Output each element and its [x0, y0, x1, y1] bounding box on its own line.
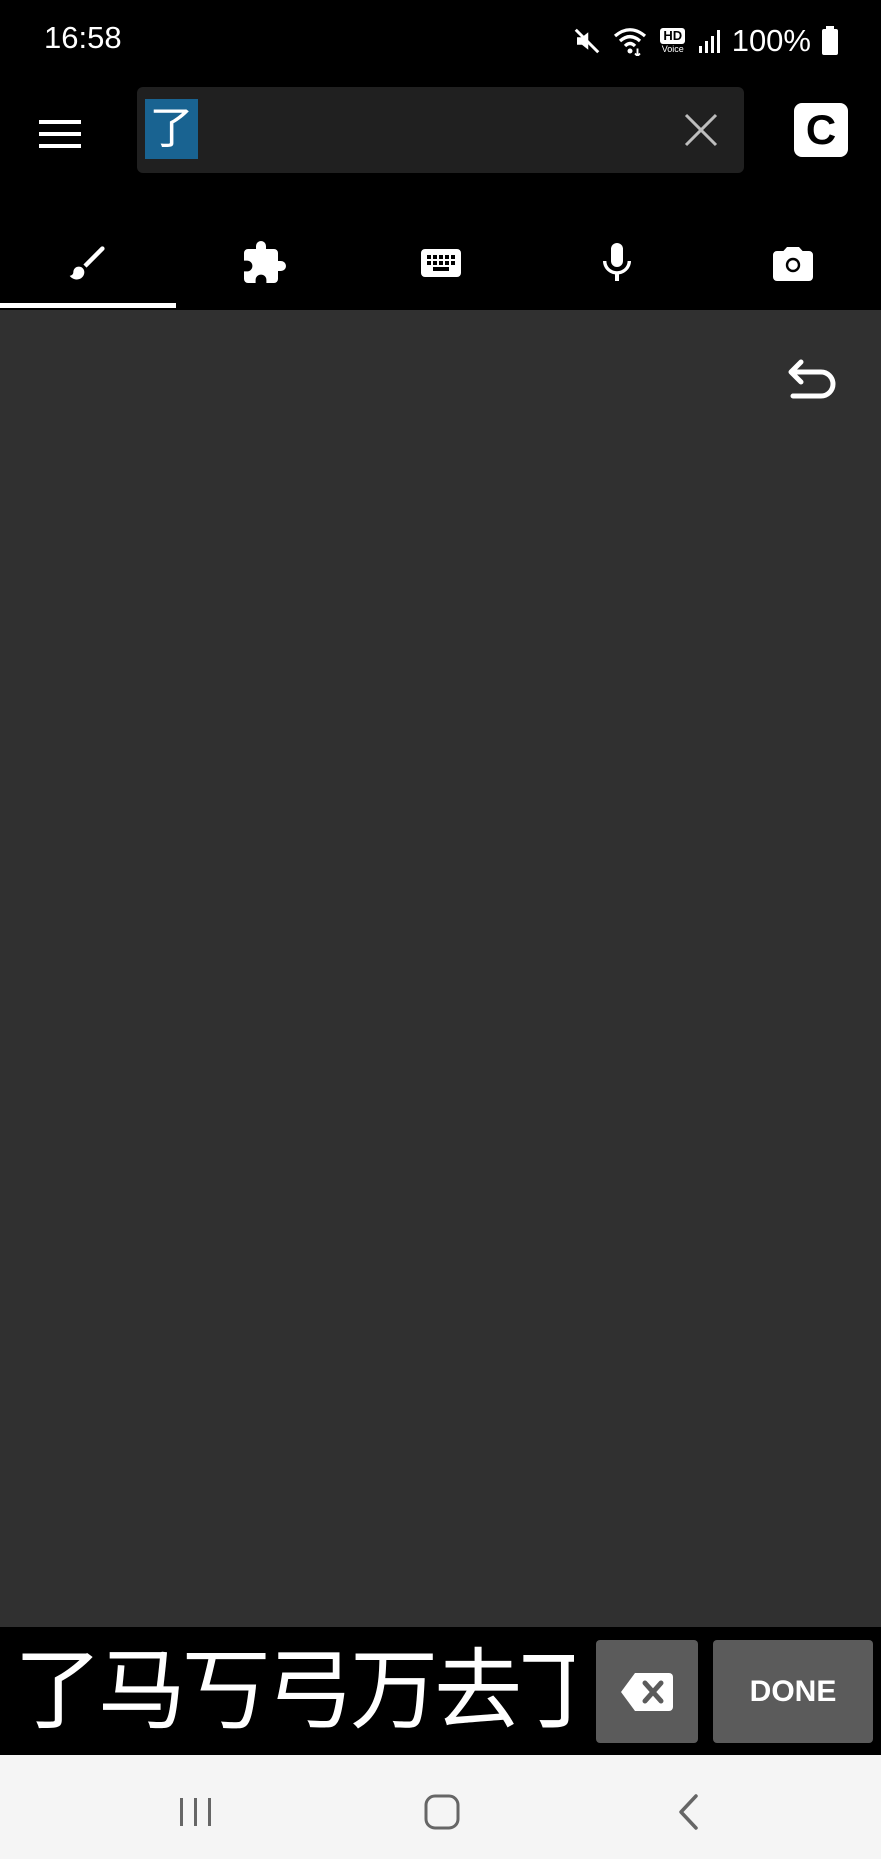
- tab-radicals[interactable]: [176, 215, 352, 310]
- candidate-bar: 了 马 丂 弓 万 去 丁 DONE: [0, 1627, 881, 1755]
- tab-keyboard[interactable]: [352, 215, 528, 310]
- candidate-item[interactable]: 弓: [266, 1641, 354, 1741]
- status-icons: HD Voice 100%: [572, 16, 839, 66]
- hd-voice-icon: HD Voice: [660, 27, 686, 54]
- battery-icon: [822, 26, 838, 55]
- keyboard-icon: [420, 248, 461, 277]
- status-bar: 16:58 HD Voice 100%: [0, 0, 881, 82]
- status-time: 16:58: [44, 20, 122, 55]
- clear-search-button[interactable]: [678, 107, 724, 153]
- wifi-icon: [613, 28, 646, 56]
- candidate-item[interactable]: 了: [14, 1641, 102, 1741]
- tab-voice[interactable]: [529, 215, 705, 310]
- done-button[interactable]: DONE: [713, 1640, 873, 1743]
- backspace-icon: [621, 1672, 673, 1711]
- camera-icon: [772, 246, 813, 281]
- puzzle-icon: [244, 240, 287, 283]
- search-input-value: 了: [145, 99, 198, 159]
- recents-icon: [180, 1798, 211, 1826]
- candidate-item[interactable]: 丂: [182, 1641, 270, 1741]
- backspace-button[interactable]: [596, 1640, 698, 1743]
- undo-button[interactable]: [785, 352, 841, 408]
- back-button[interactable]: [658, 1782, 718, 1842]
- menu-button[interactable]: [30, 104, 90, 164]
- candidate-list: 了 马 丂 弓 万 去 丁: [14, 1641, 574, 1741]
- c-button[interactable]: C: [794, 103, 848, 157]
- battery-percent: 100%: [731, 23, 811, 58]
- tab-camera[interactable]: [705, 215, 881, 310]
- close-icon: [684, 113, 718, 147]
- recents-button[interactable]: [166, 1782, 226, 1842]
- tab-handwriting[interactable]: [0, 215, 177, 310]
- undo-icon: [788, 359, 836, 399]
- hamburger-menu-icon: [39, 120, 81, 148]
- signal-icon: [698, 30, 720, 53]
- back-icon: [679, 1794, 698, 1830]
- handwriting-canvas[interactable]: [0, 310, 881, 1627]
- candidate-item[interactable]: 去: [434, 1641, 522, 1741]
- microphone-icon: [602, 242, 631, 281]
- system-nav-bar: [0, 1755, 881, 1859]
- search-input[interactable]: 了: [137, 87, 744, 173]
- mute-icon: [574, 28, 600, 54]
- candidate-item[interactable]: 马: [98, 1641, 186, 1741]
- brush-icon: [69, 245, 105, 279]
- home-icon: [424, 1794, 460, 1830]
- input-mode-tabs: [0, 215, 881, 310]
- candidate-item[interactable]: 丁: [518, 1641, 574, 1741]
- candidate-item[interactable]: 万: [350, 1641, 438, 1741]
- home-button[interactable]: [412, 1782, 472, 1842]
